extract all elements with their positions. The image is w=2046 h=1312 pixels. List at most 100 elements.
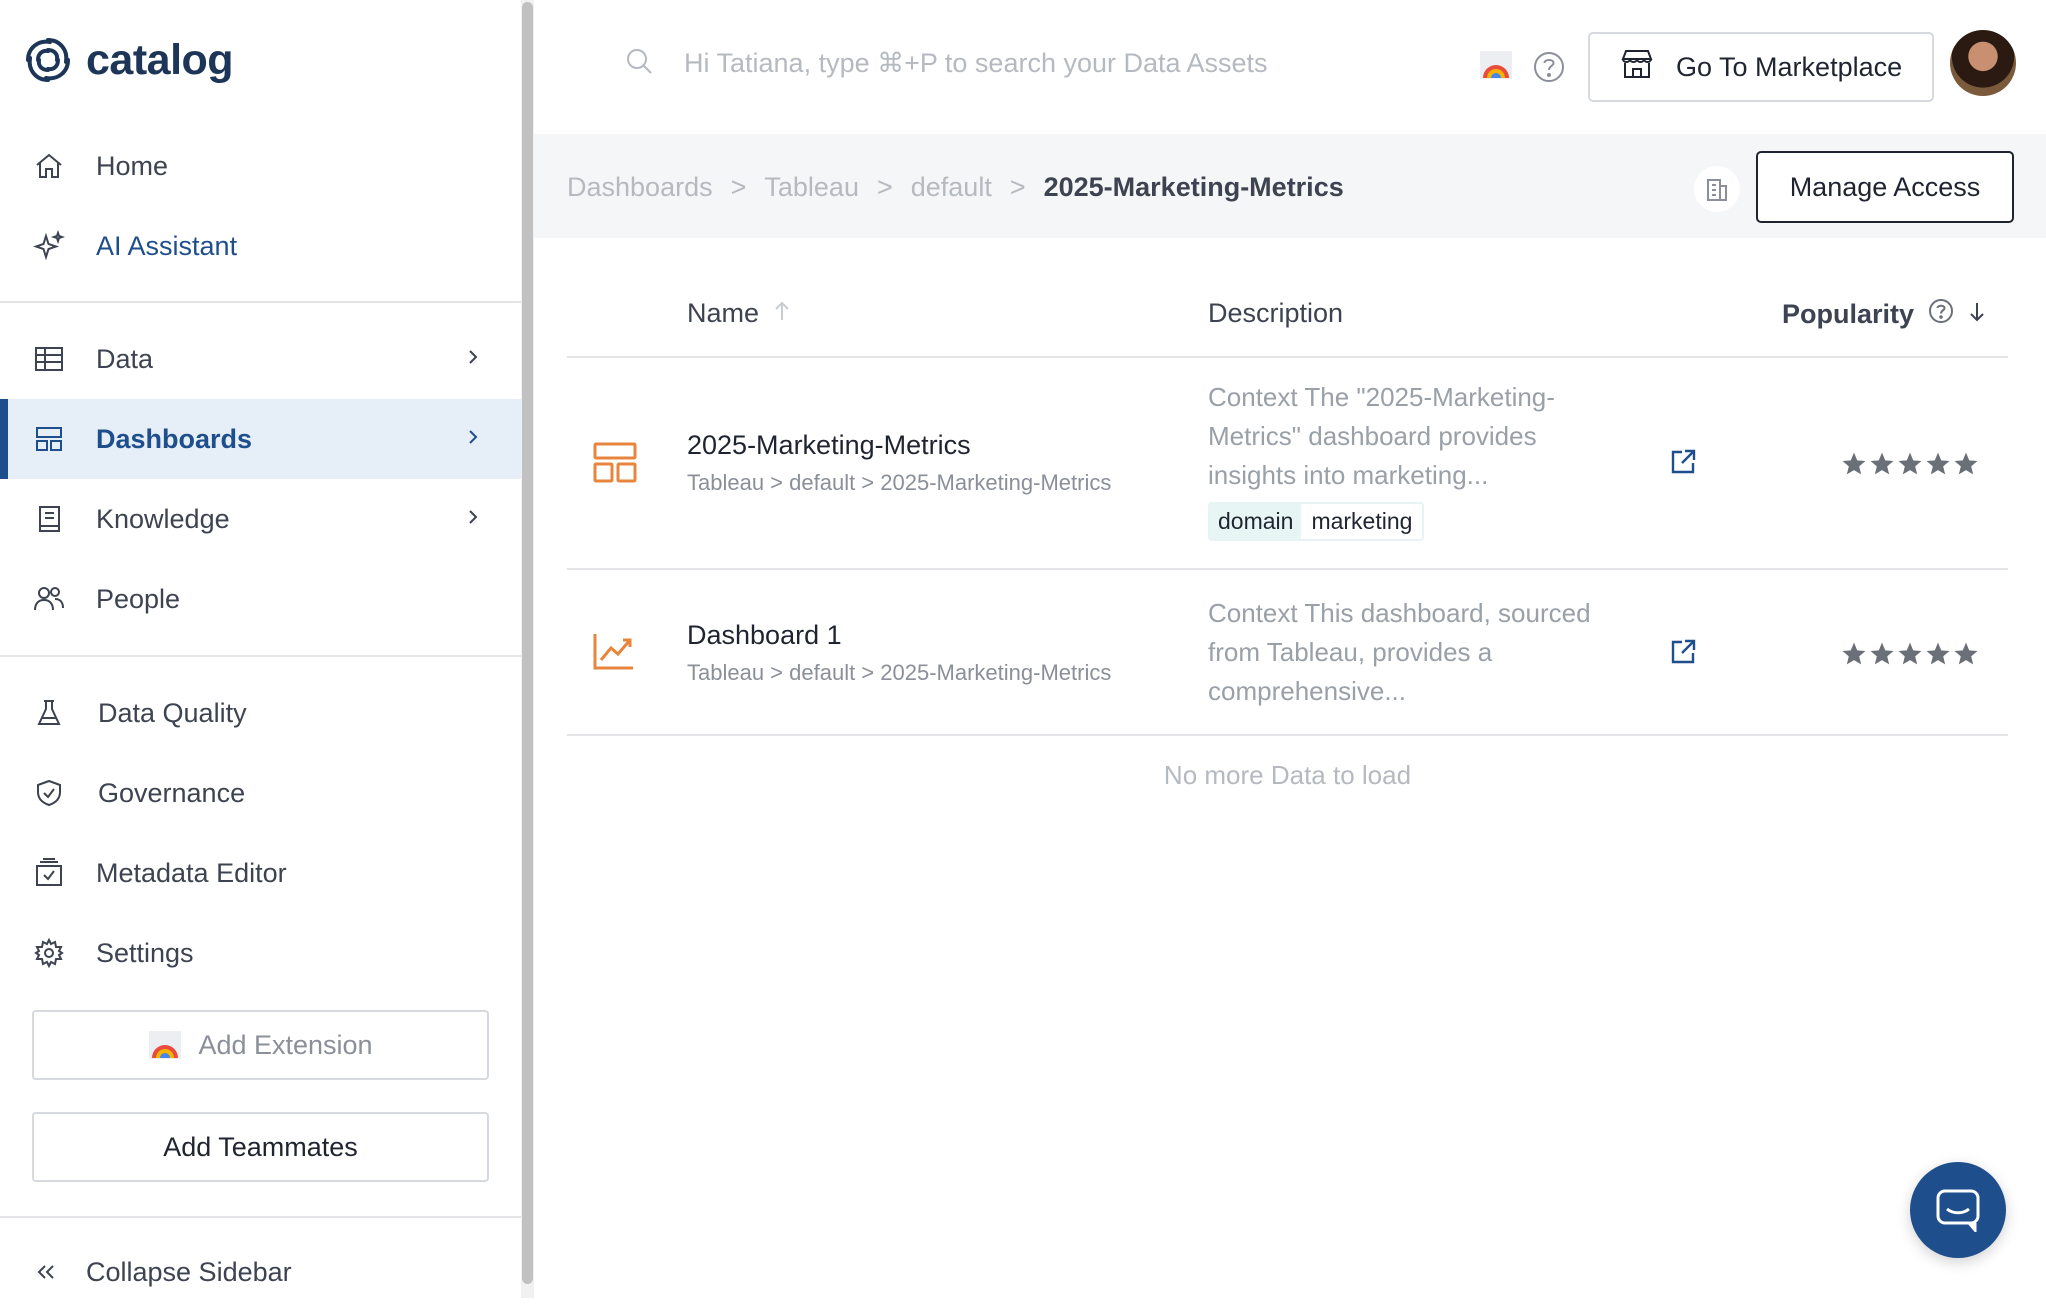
tag-value: marketing bbox=[1311, 508, 1413, 534]
extension-logo-icon[interactable] bbox=[1479, 50, 1513, 85]
breadcrumb: Dashboards > Tableau > default > 2025-Ma… bbox=[567, 172, 1344, 203]
sidebar-item-label: Knowledge bbox=[96, 503, 230, 534]
breadcrumb-item-dashboards[interactable]: Dashboards bbox=[567, 172, 713, 203]
asset-path: Tableau > default > 2025-Marketing-Metri… bbox=[687, 660, 1112, 685]
star-icon bbox=[1954, 642, 1978, 665]
chevron-right-icon bbox=[463, 347, 483, 372]
building-icon[interactable] bbox=[1694, 166, 1740, 212]
column-header-label: Name bbox=[687, 298, 760, 328]
collapse-sidebar-label: Collapse Sidebar bbox=[86, 1256, 292, 1287]
external-link-icon[interactable] bbox=[1669, 638, 1697, 671]
popularity-stars bbox=[1841, 641, 1979, 667]
asset-name-link[interactable]: 2025-Marketing-Metrics bbox=[687, 430, 971, 461]
star-icon bbox=[1898, 642, 1922, 665]
asset-name-link[interactable]: Dashboard 1 bbox=[687, 620, 842, 651]
sidebar-item-metadata-editor[interactable]: Metadata Editor bbox=[0, 833, 521, 913]
sidebar-item-home[interactable]: Home bbox=[0, 126, 521, 206]
star-icon bbox=[1954, 452, 1978, 475]
sidebar-item-people[interactable]: People bbox=[0, 559, 521, 639]
sidebar-item-label: Metadata Editor bbox=[96, 857, 287, 888]
column-header-label: Popularity bbox=[1781, 299, 1914, 329]
chevron-right-icon bbox=[463, 427, 483, 452]
sidebar: catalog Home AI Assistant Data Dashboard… bbox=[0, 0, 521, 1298]
asset-description: Context The "2025-Marketing-Metrics" das… bbox=[1208, 382, 1555, 490]
manage-access-button[interactable]: Manage Access bbox=[1756, 151, 2014, 223]
sidebar-divider bbox=[0, 655, 521, 657]
sidebar-divider bbox=[0, 1216, 521, 1218]
search-icon bbox=[624, 46, 654, 81]
sidebar-item-governance[interactable]: Governance bbox=[0, 753, 521, 833]
breadcrumb-separator: > bbox=[1009, 172, 1026, 202]
people-icon bbox=[32, 582, 66, 616]
extension-logo-icon bbox=[149, 1031, 182, 1059]
sidebar-item-ai-assistant[interactable]: AI Assistant bbox=[0, 206, 521, 286]
search-bar[interactable] bbox=[624, 46, 1384, 81]
breadcrumb-current: 2025-Marketing-Metrics bbox=[1043, 172, 1344, 202]
sidebar-item-label: Governance bbox=[98, 777, 246, 808]
help-icon[interactable] bbox=[1928, 298, 1954, 331]
breadcrumb-item-default[interactable]: default bbox=[911, 172, 992, 203]
tag-key: domain bbox=[1210, 504, 1302, 539]
sidebar-item-label: Settings bbox=[96, 937, 194, 968]
line-chart-icon bbox=[593, 632, 635, 675]
sort-arrow-up-icon[interactable] bbox=[773, 298, 791, 329]
logo-text: catalog bbox=[86, 35, 234, 84]
chevron-right-icon bbox=[463, 507, 483, 532]
no-more-data-message: No more Data to load bbox=[1163, 760, 1412, 790]
collapse-sidebar-button[interactable]: Collapse Sidebar bbox=[0, 1232, 521, 1312]
sidebar-item-knowledge[interactable]: Knowledge bbox=[0, 479, 521, 559]
add-extension-label: Add Extension bbox=[198, 1029, 373, 1060]
sidebar-item-settings[interactable]: Settings bbox=[0, 913, 521, 993]
sidebar-scrollbar-thumb[interactable] bbox=[522, 2, 533, 1284]
manage-access-label: Manage Access bbox=[1789, 171, 1981, 202]
sidebar-item-label: Home bbox=[96, 150, 169, 181]
logo[interactable]: catalog bbox=[22, 34, 234, 86]
book-icon bbox=[32, 502, 66, 536]
column-header-popularity[interactable]: Popularity bbox=[1782, 298, 1986, 331]
asset-description: Context This dashboard, sourced from Tab… bbox=[1208, 598, 1591, 706]
sidebar-item-data-quality[interactable]: Data Quality bbox=[0, 673, 521, 753]
table-row[interactable]: Dashboard 1 Tableau > default > 2025-Mar… bbox=[567, 570, 2008, 736]
star-icon bbox=[1926, 642, 1950, 665]
column-header-label: Description bbox=[1208, 298, 1344, 328]
chat-support-button[interactable] bbox=[1910, 1162, 2006, 1258]
table-icon bbox=[32, 342, 66, 376]
sidebar-item-label: Data Quality bbox=[98, 697, 247, 728]
breadcrumb-item-tableau[interactable]: Tableau bbox=[764, 172, 859, 203]
sidebar-item-label: People bbox=[96, 583, 181, 614]
top-bar: Go To Marketplace bbox=[534, 0, 2046, 134]
sidebar-item-label: Dashboards bbox=[96, 423, 253, 454]
search-input[interactable] bbox=[684, 48, 1384, 79]
star-icon bbox=[1870, 452, 1894, 475]
catalog-logo-icon bbox=[26, 38, 70, 82]
sidebar-item-data[interactable]: Data bbox=[0, 319, 521, 399]
tag-chip[interactable]: domain marketing bbox=[1208, 502, 1425, 541]
breadcrumb-separator: > bbox=[876, 172, 893, 202]
go-to-marketplace-button[interactable]: Go To Marketplace bbox=[1588, 32, 1934, 102]
column-header-description: Description bbox=[1208, 298, 1343, 329]
sort-arrow-down-icon[interactable] bbox=[1968, 299, 1986, 330]
add-teammates-button[interactable]: Add Teammates bbox=[32, 1112, 489, 1182]
gear-icon bbox=[32, 936, 66, 970]
external-link-icon[interactable] bbox=[1669, 448, 1697, 481]
add-extension-button[interactable]: Add Extension bbox=[32, 1010, 489, 1080]
shield-check-icon bbox=[32, 776, 66, 810]
table-row[interactable]: 2025-Marketing-Metrics Tableau > default… bbox=[567, 358, 2008, 570]
breadcrumb-separator: > bbox=[730, 172, 747, 202]
sidebar-item-dashboards[interactable]: Dashboards bbox=[0, 399, 521, 479]
popularity-stars bbox=[1841, 451, 1979, 477]
column-header-name[interactable]: Name bbox=[687, 298, 791, 329]
sidebar-item-label: AI Assistant bbox=[96, 230, 238, 261]
storefront-icon bbox=[1620, 48, 1654, 87]
table-header: Name Description Popularity bbox=[567, 272, 2008, 358]
assets-table: Name Description Popularity 2025-Marketi… bbox=[567, 272, 2008, 790]
flask-icon bbox=[32, 696, 66, 730]
chat-icon bbox=[1936, 1189, 1980, 1232]
avatar[interactable] bbox=[1950, 30, 2016, 96]
breadcrumb-bar: Dashboards > Tableau > default > 2025-Ma… bbox=[534, 134, 2046, 238]
sidebar-divider bbox=[0, 301, 521, 303]
double-chevron-left-icon bbox=[34, 1255, 58, 1289]
help-icon[interactable] bbox=[1532, 50, 1566, 89]
star-icon bbox=[1842, 452, 1866, 475]
sidebar-item-label: Data bbox=[96, 343, 154, 374]
